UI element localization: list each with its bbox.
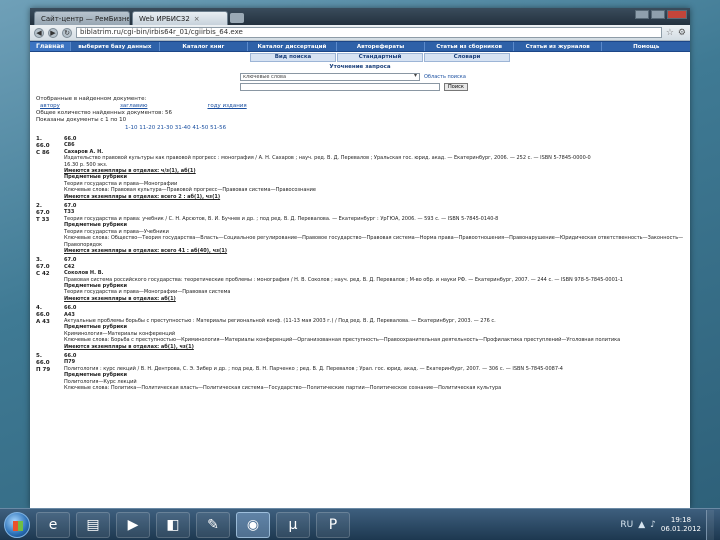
network-icon[interactable]: ▲ bbox=[638, 520, 645, 530]
result-record: 2. 67.0 Т 33 67.0 Т33 Теория государства и… bbox=[30, 203, 690, 254]
language-indicator[interactable]: RU bbox=[620, 520, 633, 530]
nav-item-books[interactable]: Каталог книг bbox=[158, 42, 248, 51]
clock-time: 19:18 bbox=[670, 515, 692, 524]
record-body: 66.0 П79 Политология : курс лекций / В. Н… bbox=[64, 353, 684, 391]
tab-label: Web ИРБИС32 bbox=[139, 14, 190, 23]
window-controls bbox=[635, 10, 687, 19]
nav-item-collections[interactable]: Статьи из сборников bbox=[424, 42, 513, 51]
chrome-icon[interactable]: ◉ bbox=[236, 511, 270, 538]
browser-tab-bar: Сайт-центр — РемБизнес × Web ИРБИС32 × bbox=[30, 8, 690, 25]
back-button[interactable]: ◀ bbox=[34, 27, 44, 38]
maximize-button[interactable] bbox=[651, 10, 665, 19]
screenshot-frame: Сайт-центр — РемБизнес × Web ИРБИС32 × ◀… bbox=[30, 8, 690, 508]
record-number: 2. 67.0 Т 33 bbox=[36, 203, 50, 224]
paint-icon[interactable]: ✎ bbox=[196, 511, 230, 538]
irbis-icon[interactable]: ◧ bbox=[156, 511, 190, 538]
system-tray: RU ▲ ♪ 19:18 06.01.2012 bbox=[620, 509, 720, 540]
wrench-icon[interactable]: ⚙ bbox=[678, 28, 686, 38]
sort-caption: Отобранные в найденном документе: bbox=[36, 96, 147, 102]
holdings-link[interactable]: Имеются экземпляры в отделах: аб(1) bbox=[64, 296, 684, 302]
ie-icon[interactable]: e bbox=[36, 511, 70, 538]
forward-button[interactable]: ▶ bbox=[48, 27, 58, 38]
sort-by-author[interactable]: автору bbox=[40, 103, 60, 110]
found-count: Общее количество найденных документов: 5… bbox=[36, 110, 172, 116]
record-number: 3. 67.0 С 42 bbox=[36, 257, 50, 278]
sort-by-title[interactable]: заглавию bbox=[120, 103, 148, 110]
close-icon[interactable]: × bbox=[194, 15, 200, 23]
utorrent-icon[interactable]: µ bbox=[276, 511, 310, 538]
record-body: 67.0 Т33 Теория государства и права: учеб… bbox=[64, 203, 684, 254]
result-record: 4. 66.0 А 43 66.0 А43 Актуальные проблемы … bbox=[30, 305, 690, 350]
clock-date: 06.01.2012 bbox=[660, 524, 701, 533]
nav-item-database[interactable]: выберите базу данных bbox=[70, 42, 159, 51]
record-line: 66.0 С86 bbox=[64, 136, 77, 149]
explorer-icon[interactable]: ▤ bbox=[76, 511, 110, 538]
sort-options: автору заглавию году издания bbox=[30, 103, 690, 110]
star-icon[interactable]: ☆ bbox=[666, 28, 674, 38]
record-line: 67.0 Т33 bbox=[64, 203, 77, 216]
reload-button[interactable]: ↻ bbox=[62, 27, 72, 38]
holdings-link[interactable]: Имеются экземпляры в отделах: аб(1), чз(… bbox=[64, 344, 684, 350]
tab-standard[interactable]: Стандартный bbox=[337, 53, 423, 62]
record-body: 66.0 С86 Сахаров А. Н. Издательство правов… bbox=[64, 136, 684, 200]
new-tab-button[interactable] bbox=[230, 13, 244, 23]
top-navigation: Главная выберите базу данных Каталог кни… bbox=[30, 41, 690, 52]
nav-item-help[interactable]: Помощь bbox=[601, 42, 690, 51]
search-button[interactable]: Поиск bbox=[444, 83, 468, 91]
record-number: 4. 66.0 А 43 bbox=[36, 305, 50, 326]
web-page: Главная выберите базу данных Каталог кни… bbox=[30, 41, 690, 508]
search-mode-tabs: Вид поиска Стандартный Словари bbox=[30, 53, 690, 62]
sort-by-year[interactable]: году издания bbox=[207, 103, 246, 110]
search-panel-title: Уточнение запроса bbox=[329, 64, 391, 70]
minimize-button[interactable] bbox=[635, 10, 649, 19]
record-line: Ключевые слова: Политика—Политическая вл… bbox=[64, 385, 502, 392]
shown-range: Показаны документы с 1 по 10 bbox=[36, 117, 127, 123]
record-line: Правовая система российского государства… bbox=[64, 276, 623, 283]
result-record: 3. 67.0 С 42 67.0 С42 Соколов Н. В. Правова… bbox=[30, 257, 690, 302]
record-body: 66.0 А43 Актуальные проблемы борьбы с пре… bbox=[64, 305, 684, 350]
holdings-link[interactable]: Имеются экземпляры в отделах: всего 41 :… bbox=[64, 248, 684, 254]
record-line: 66.0 А43 bbox=[64, 305, 77, 318]
volume-icon[interactable]: ♪ bbox=[650, 520, 656, 530]
nav-home-link[interactable]: Главная bbox=[30, 42, 70, 51]
media-icon[interactable]: ▶ bbox=[116, 511, 150, 538]
search-scope-link[interactable]: Область поиска bbox=[424, 74, 466, 80]
record-line: Ключевые слова: Борьба с преступностью—К… bbox=[64, 337, 621, 344]
window-close-button[interactable] bbox=[667, 10, 687, 19]
tab-dictionaries[interactable]: Словари bbox=[424, 53, 510, 62]
search-field-select[interactable]: ключевые слова bbox=[240, 73, 420, 81]
record-line: 66.0 П79 bbox=[64, 353, 77, 366]
nav-item-abstracts[interactable]: Авторефераты bbox=[335, 42, 425, 51]
browser-tab[interactable]: Сайт-центр — РемБизнес × bbox=[34, 11, 130, 25]
windows-taskbar: e ▤ ▶ ◧ ✎ ◉ µ P RU ▲ ♪ 19:18 06.01.2012 bbox=[0, 508, 720, 540]
search-panel: Уточнение запроса ключевые слова Область… bbox=[240, 64, 480, 92]
holdings-link[interactable]: Имеются экземпляры в отделах: всего 2 : … bbox=[64, 194, 684, 200]
record-body: 67.0 С42 Соколов Н. В. Правовая система ро… bbox=[64, 257, 684, 302]
tab-search-type[interactable]: Вид поиска bbox=[250, 53, 336, 62]
results-list: 1. 66.0 С 86 66.0 С86 Сахаров А. Н. Издател… bbox=[30, 136, 690, 391]
record-line: Ключевые слова: Общество—Теория государс… bbox=[64, 235, 684, 248]
tab-label: Сайт-центр — РемБизнес bbox=[41, 14, 130, 23]
search-input[interactable] bbox=[240, 83, 440, 91]
result-record: 5. 66.0 П 79 66.0 П79 Политология : курс л… bbox=[30, 353, 690, 391]
start-button[interactable] bbox=[4, 511, 30, 538]
nav-item-dissertations[interactable]: Каталог диссертаций bbox=[247, 42, 336, 51]
browser-tab-active[interactable]: Web ИРБИС32 × bbox=[132, 11, 228, 25]
record-line: 67.0 С42 bbox=[64, 257, 77, 270]
record-number: 1. 66.0 С 86 bbox=[36, 136, 50, 156]
powerpoint-icon[interactable]: P bbox=[316, 511, 350, 538]
clock[interactable]: 19:18 06.01.2012 bbox=[661, 516, 701, 534]
record-number: 5. 66.0 П 79 bbox=[36, 353, 51, 373]
address-bar: ◀ ▶ ↻ biblatrim.ru/cgi-bin/irbis64r_01/c… bbox=[30, 25, 690, 41]
show-desktop-button[interactable] bbox=[706, 509, 714, 540]
pagination[interactable]: 1-10 11-20 21-30 31-40 41-50 51-56 bbox=[30, 124, 690, 133]
url-field[interactable]: biblatrim.ru/cgi-bin/irbis64r_01/cgiirbi… bbox=[76, 27, 662, 38]
result-record: 1. 66.0 С 86 66.0 С86 Сахаров А. Н. Издател… bbox=[30, 136, 690, 200]
nav-item-journals[interactable]: Статьи из журналов bbox=[512, 42, 602, 51]
